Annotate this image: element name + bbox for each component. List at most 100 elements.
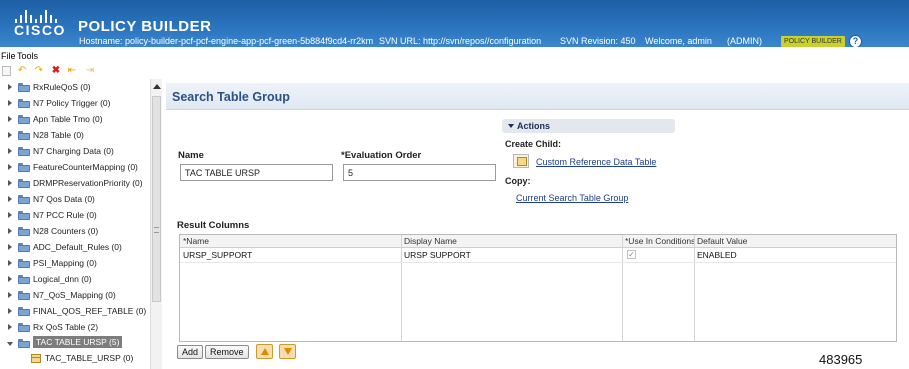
expand-arrow-icon[interactable] (8, 276, 12, 282)
folder-icon (18, 147, 30, 156)
scroll-thumb[interactable] (152, 96, 161, 302)
menu-tools[interactable]: Tools (17, 51, 38, 61)
tree-item[interactable]: ADC_Default_Rules (0) (0, 240, 150, 256)
tree-item[interactable]: RxRuleQoS (0) (0, 80, 150, 96)
tree-item[interactable]: N7 Qos Data (0) (0, 192, 150, 208)
column-header-display-name[interactable]: Display Name (404, 236, 619, 246)
tree-item-label: FINAL_QOS_REF_TABLE (0) (33, 306, 147, 316)
expand-arrow-icon[interactable] (8, 292, 12, 298)
tree-item-label: N7 Qos Data (0) (33, 194, 95, 204)
expand-arrow-icon[interactable] (8, 212, 12, 218)
tree-item-label: N7 Policy Trigger (0) (33, 98, 111, 108)
tree-item[interactable]: N7 Policy Trigger (0) (0, 96, 150, 112)
actions-header[interactable]: Actions (502, 119, 675, 133)
folder-icon (18, 243, 30, 252)
tree-item[interactable]: PSI_Mapping (0) (0, 256, 150, 272)
tree-item-label: TAC_TABLE_URSP (0) (45, 353, 134, 363)
export-icon[interactable]: ⇥ (85, 66, 95, 76)
expand-arrow-icon[interactable] (8, 132, 12, 138)
expand-arrow-icon[interactable] (8, 260, 12, 266)
table-header: *Name Display Name *Use In Conditions De… (180, 235, 896, 248)
current-search-table-group-link[interactable]: Current Search Table Group (516, 193, 628, 203)
folder-icon (18, 131, 30, 140)
folder-icon (18, 291, 30, 300)
tree-item-label: N7 PCC Rule (0) (33, 210, 97, 220)
reference-table-icon (513, 154, 529, 168)
folder-icon (18, 99, 30, 108)
tree-item[interactable]: Apn Table Tmo (0) (0, 112, 150, 128)
expand-arrow-icon[interactable] (8, 308, 12, 314)
folder-icon (18, 195, 30, 204)
tree-scrollbar[interactable] (150, 79, 162, 369)
import-icon[interactable]: ⇤ (67, 66, 77, 76)
custom-reference-data-table-link[interactable]: Custom Reference Data Table (536, 157, 656, 167)
scroll-up-icon[interactable] (153, 84, 161, 89)
hostname-text: Hostname: policy-builder-pcf-pcf-engine-… (79, 36, 374, 46)
new-icon[interactable] (2, 66, 11, 76)
cell-display-name[interactable]: URSP SUPPORT (404, 250, 471, 260)
app-title: POLICY BUILDER (78, 18, 212, 35)
scroll-grip-icon (154, 227, 159, 233)
tree-item-label: N28 Counters (0) (33, 226, 99, 236)
copy-label: Copy: (505, 176, 531, 186)
table-row[interactable]: URSP_SUPPORT URSP SUPPORT ✓ ENABLED (180, 248, 896, 263)
tree-item-label: RxRuleQoS (0) (33, 82, 91, 92)
tree-item-selected[interactable]: TAC TABLE URSP (5) (0, 336, 150, 352)
use-in-conditions-checkbox[interactable]: ✓ (627, 250, 636, 259)
delete-icon[interactable]: ✖ (51, 66, 61, 76)
back-icon[interactable]: ↶ (17, 66, 27, 76)
expand-arrow-icon[interactable] (8, 324, 12, 330)
expand-arrow-icon[interactable] (8, 244, 12, 250)
toolbar: ↶ ↷ ✖ ⇤ ⇥ (0, 63, 160, 79)
move-down-button[interactable] (279, 344, 296, 359)
remove-button[interactable]: Remove (205, 345, 249, 359)
column-header-name[interactable]: *Name (183, 236, 398, 246)
move-up-button[interactable] (256, 344, 273, 359)
result-columns-table: *Name Display Name *Use In Conditions De… (179, 234, 897, 342)
svn-revision-text: SVN Revision: 450 (560, 36, 636, 46)
expand-arrow-icon[interactable] (8, 180, 12, 186)
expand-arrow-icon[interactable] (8, 100, 12, 106)
policy-builder-badge[interactable]: POLICY BUILDER (781, 36, 845, 47)
role-text: (ADMIN) (727, 36, 762, 46)
folder-icon (18, 163, 30, 172)
tree-item[interactable]: Logical_dnn (0) (0, 272, 150, 288)
tree-item[interactable]: N28 Counters (0) (0, 224, 150, 240)
expand-arrow-icon[interactable] (8, 148, 12, 154)
tree-item[interactable]: N7_QoS_Mapping (0) (0, 288, 150, 304)
tree-item-label: DRMPReservationPriority (0) (33, 178, 143, 188)
name-label: Name (178, 150, 204, 161)
forward-icon[interactable]: ↷ (34, 66, 44, 76)
arrow-up-icon (261, 348, 269, 355)
search-table-group-panel: Search Table Group Name *Evaluation Orde… (166, 83, 909, 369)
tree-item-label: FeatureCounterMapping (0) (33, 162, 138, 172)
expand-arrow-icon[interactable] (8, 228, 12, 234)
tree-item[interactable]: FINAL_QOS_REF_TABLE (0) (0, 304, 150, 320)
cell-default-value[interactable]: ENABLED (697, 250, 737, 260)
collapse-arrow-icon[interactable] (7, 342, 13, 346)
table-icon (31, 354, 41, 363)
cell-name[interactable]: URSP_SUPPORT (183, 250, 252, 260)
tree-item-label: Apn Table Tmo (0) (33, 114, 103, 124)
expand-arrow-icon[interactable] (8, 84, 12, 90)
tree-item-label: N28 Table (0) (33, 130, 84, 140)
arrow-down-icon (284, 348, 292, 355)
add-button[interactable]: Add (177, 345, 204, 359)
expand-arrow-icon[interactable] (8, 164, 12, 170)
expand-arrow-icon[interactable] (8, 196, 12, 202)
tree-item-label: PSI_Mapping (0) (33, 258, 97, 268)
folder-icon (18, 227, 30, 236)
tree-item[interactable]: FeatureCounterMapping (0) (0, 160, 150, 176)
menu-file[interactable]: File (1, 51, 16, 61)
tree-item[interactable]: DRMPReservationPriority (0) (0, 176, 150, 192)
column-header-default-value[interactable]: Default Value (697, 236, 896, 246)
tree-item[interactable]: Rx QoS Table (2) (0, 320, 150, 336)
tree-item[interactable]: N7 Charging Data (0) (0, 144, 150, 160)
tree-item[interactable]: N28 Table (0) (0, 128, 150, 144)
evaluation-order-input[interactable] (343, 164, 496, 181)
tree-item-child[interactable]: TAC_TABLE_URSP (0) (0, 351, 150, 367)
column-header-use-in-conditions[interactable]: *Use In Conditions (625, 236, 695, 246)
expand-arrow-icon[interactable] (8, 116, 12, 122)
tree-item[interactable]: N7 PCC Rule (0) (0, 208, 150, 224)
name-input[interactable] (180, 164, 333, 181)
